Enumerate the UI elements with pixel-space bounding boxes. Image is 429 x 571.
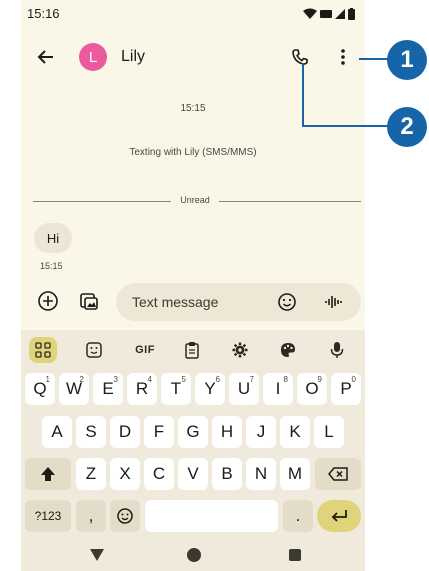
period-key[interactable]: .	[283, 500, 313, 532]
key-d[interactable]: D	[110, 416, 140, 448]
status-bar: 15:16	[21, 0, 365, 27]
conversation-header: L Lily	[21, 36, 365, 78]
space-key[interactable]	[145, 500, 278, 532]
key-w[interactable]: W2	[59, 373, 89, 405]
gallery-icon[interactable]	[78, 290, 100, 312]
key-o[interactable]: O9	[297, 373, 327, 405]
more-options-icon[interactable]	[335, 46, 351, 68]
callout-badge-2: 2	[387, 107, 427, 147]
navigation-bar	[21, 543, 365, 571]
signal-icon	[335, 8, 345, 19]
key-y[interactable]: Y6	[195, 373, 225, 405]
key-a[interactable]: A	[42, 416, 72, 448]
callout-badge-1: 1	[387, 40, 427, 80]
shift-arrow-icon	[41, 467, 55, 481]
conversation-timestamp: 15:15	[180, 103, 206, 114]
data-icon	[320, 9, 332, 19]
battery-icon	[348, 7, 355, 20]
key-x[interactable]: X	[110, 458, 140, 490]
enter-arrow-icon	[331, 510, 347, 522]
key-t[interactable]: T5	[161, 373, 191, 405]
symbols-key[interactable]: ?123	[25, 500, 71, 532]
nav-recents-icon[interactable]	[289, 549, 301, 561]
apps-grid-icon[interactable]	[29, 337, 57, 363]
backspace-key[interactable]	[315, 458, 361, 490]
key-i[interactable]: I8	[263, 373, 293, 405]
key-p[interactable]: P0	[331, 373, 361, 405]
emoji-icon[interactable]	[276, 291, 298, 313]
key-s[interactable]: S	[76, 416, 106, 448]
key-c[interactable]: C	[144, 458, 174, 490]
add-attachment-icon[interactable]	[37, 290, 59, 312]
key-j[interactable]: J	[246, 416, 276, 448]
keyboard-toolbar: GIF	[21, 330, 365, 370]
key-h[interactable]: H	[212, 416, 242, 448]
back-arrow-icon[interactable]	[35, 46, 57, 68]
wifi-icon	[303, 8, 317, 19]
status-time: 15:16	[27, 6, 60, 21]
key-u[interactable]: U7	[229, 373, 259, 405]
key-q[interactable]: Q1	[25, 373, 55, 405]
key-v[interactable]: V	[178, 458, 208, 490]
unread-label: Unread	[171, 195, 219, 205]
contact-name[interactable]: Lily	[121, 48, 145, 66]
key-n[interactable]: N	[246, 458, 276, 490]
settings-gear-icon[interactable]	[226, 337, 254, 363]
message-bubble[interactable]: Hi	[34, 223, 72, 253]
emoji-key-icon	[117, 508, 133, 524]
status-icons	[303, 7, 355, 20]
keyboard: GIF Q1 W2 E3 R4 T5 Y6 U7 I8 O9 P0 A S D …	[21, 330, 365, 571]
key-k[interactable]: K	[280, 416, 310, 448]
enter-key[interactable]	[317, 500, 361, 532]
key-b[interactable]: B	[212, 458, 242, 490]
callout-line-2a	[302, 63, 304, 127]
key-l[interactable]: L	[314, 416, 344, 448]
shift-key[interactable]	[25, 458, 71, 490]
microphone-icon[interactable]	[323, 337, 351, 363]
gif-button[interactable]: GIF	[131, 337, 159, 363]
key-m[interactable]: M	[280, 458, 310, 490]
texting-info-text: Texting with Lily (SMS/MMS)	[129, 147, 257, 158]
message-time: 15:15	[40, 261, 63, 271]
avatar[interactable]: L	[79, 43, 107, 71]
message-input[interactable]: Text message	[116, 283, 361, 321]
phone-call-icon[interactable]	[289, 46, 311, 68]
callout-line-1	[359, 58, 389, 60]
gif-label: GIF	[135, 344, 155, 356]
voice-message-icon[interactable]	[322, 291, 344, 313]
key-g[interactable]: G	[178, 416, 208, 448]
key-f[interactable]: F	[144, 416, 174, 448]
nav-back-icon[interactable]	[90, 548, 104, 566]
key-r[interactable]: R4	[127, 373, 157, 405]
emoji-key[interactable]	[110, 500, 140, 532]
backspace-icon	[328, 467, 348, 481]
nav-home-icon[interactable]	[187, 548, 201, 562]
message-input-placeholder: Text message	[132, 294, 219, 310]
theme-palette-icon[interactable]	[274, 337, 302, 363]
phone-screen: 15:16 L Lily 15:15 Texting with Lily (SM…	[21, 0, 365, 571]
sticker-icon[interactable]	[80, 337, 108, 363]
key-z[interactable]: Z	[76, 458, 106, 490]
callout-line-2b	[302, 125, 389, 127]
clipboard-icon[interactable]	[178, 337, 206, 363]
key-e[interactable]: E3	[93, 373, 123, 405]
comma-key[interactable]: ,	[76, 500, 106, 532]
